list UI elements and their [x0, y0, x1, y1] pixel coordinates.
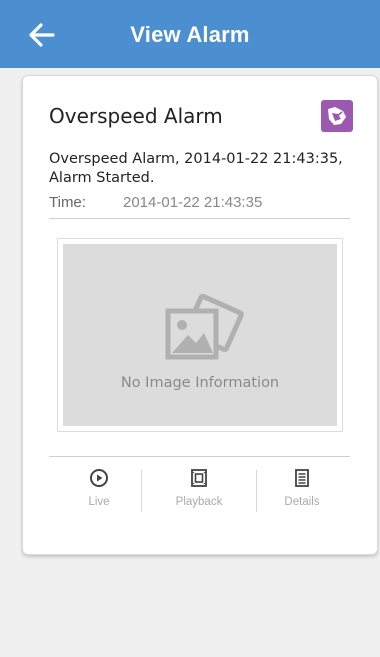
film-icon	[191, 469, 207, 487]
separator	[141, 470, 142, 512]
time-value: 2014-01-22 21:43:35	[123, 194, 263, 211]
overspeed-alarm-icon	[321, 100, 353, 132]
playback-button[interactable]: Playback	[149, 468, 249, 518]
action-label-live: Live	[88, 496, 110, 508]
alarm-card: Overspeed Alarm Overspeed Alarm, 2014-01…	[22, 75, 378, 555]
play-circle-icon	[90, 469, 108, 487]
time-row: Time: 2014-01-22 21:43:35	[49, 194, 349, 211]
action-label-details: Details	[284, 496, 320, 508]
alarm-description: Overspeed Alarm, 2014-01-22 21:43:35, Al…	[49, 151, 343, 186]
image-placeholder: No Image Information	[63, 244, 337, 426]
document-icon	[295, 469, 309, 487]
page-background	[0, 572, 380, 657]
divider	[49, 218, 350, 219]
action-label-playback: Playback	[175, 496, 223, 508]
no-image-text: No Image Information	[120, 375, 280, 391]
page-title: View Alarm	[130, 22, 250, 47]
time-label: Time:	[49, 194, 86, 211]
image-placeholder-icon	[165, 293, 244, 360]
divider	[49, 456, 350, 457]
alarm-title: Overspeed Alarm	[49, 104, 223, 128]
details-button[interactable]: Details	[252, 468, 352, 518]
app-header: View Alarm	[0, 0, 380, 68]
action-bar: Live Playback Details	[49, 468, 350, 518]
live-button[interactable]: Live	[49, 468, 149, 518]
alarm-image-frame: No Image Information	[57, 238, 343, 432]
